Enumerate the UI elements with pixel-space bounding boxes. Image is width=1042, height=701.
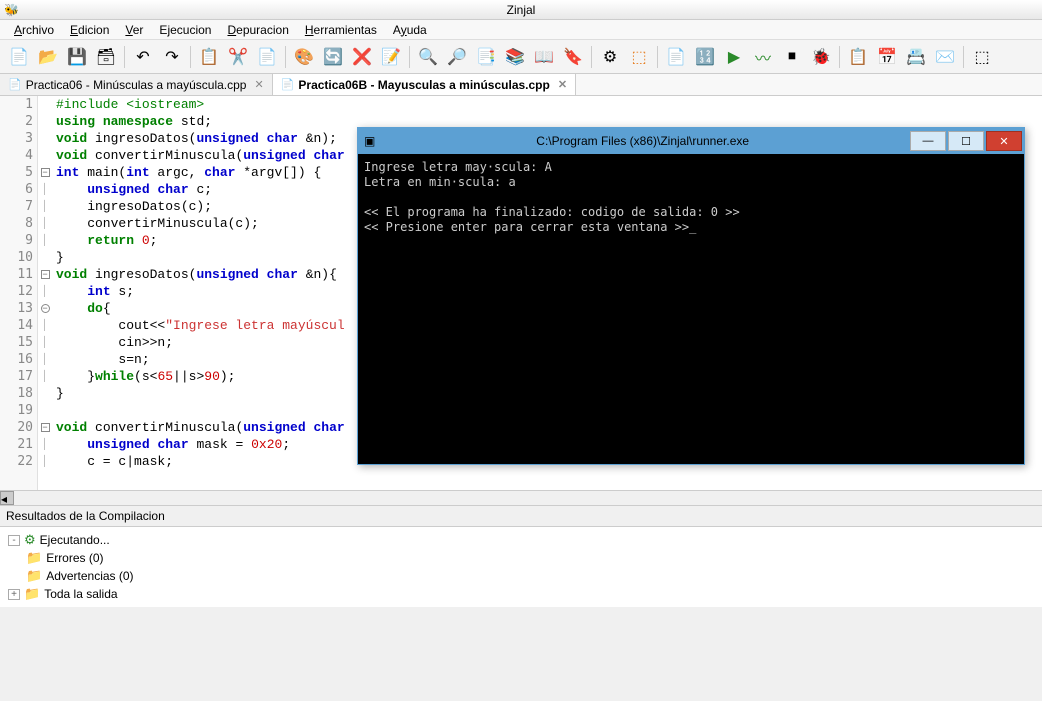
tool-button[interactable]: 📚 [502,44,528,70]
find-next-button[interactable]: 🔎 [444,44,470,70]
tree-item-icon: 📁 [26,568,42,584]
new-file-button[interactable]: 📄 [6,44,32,70]
menu-ver[interactable]: Ver [119,21,149,39]
toolbar-separator [657,46,658,68]
toolbar-separator [124,46,125,68]
tool-button[interactable]: 📇 [903,44,929,70]
tree-expand-icon[interactable]: + [8,589,20,600]
console-titlebar[interactable]: ▣ C:\Program Files (x86)\Zinjal\runner.e… [358,128,1024,154]
run-button[interactable]: ▶ [721,44,747,70]
toolbar: 📄 📂 💾 🗃 ↶ ↷ 📋 ✂️ 📄 🎨 🔄 ❌ 📝 🔍 🔎 📑 📚 📖 🔖 ⚙… [0,40,1042,74]
tree-item-label: Advertencias (0) [46,569,133,583]
open-file-button[interactable]: 📂 [35,44,61,70]
menu-herramientas[interactable]: Herramientas [299,21,383,39]
app-icon: 🐝 [4,3,19,17]
file-icon: 📄 [8,78,22,91]
editor-tab[interactable]: 📄 Practica06 - Minúsculas a mayúscula.cpp… [0,74,273,95]
tool-button[interactable]: 🔖 [560,44,586,70]
redo-button[interactable]: ↷ [159,44,185,70]
compile-results-header: Resultados de la Compilacion [0,506,1042,527]
menu-ayuda[interactable]: Ayuda [387,21,433,39]
minimize-button[interactable]: — [910,131,946,151]
menu-bar: Archivo Edicion Ver Ejecucion Depuracion… [0,20,1042,40]
save-all-button[interactable]: 🗃 [93,44,119,70]
tool-button[interactable]: ⚙ [597,44,623,70]
tool-button[interactable]: 🎨 [291,44,317,70]
compile-tree-row[interactable]: -⚙ Ejecutando... [8,531,1034,549]
compile-tree-row[interactable]: + 📁 Toda la salida [8,585,1034,603]
compile-results-panel: Resultados de la Compilacion -⚙ Ejecutand… [0,506,1042,607]
copy-button[interactable]: 📋 [196,44,222,70]
close-tab-icon[interactable]: ✕ [558,78,567,91]
tree-expand-icon[interactable]: - [8,535,20,546]
horizontal-scrollbar[interactable]: ◂ [0,490,1042,506]
menu-depuracion[interactable]: Depuracion [221,21,294,39]
find-button[interactable]: 🔍 [415,44,441,70]
tree-item-label: Ejecutando... [40,533,110,547]
menu-edicion[interactable]: Edicion [64,21,115,39]
console-title: C:\Program Files (x86)\Zinjal\runner.exe [375,134,910,148]
tree-item-label: Toda la salida [44,587,117,601]
console-icon: ▣ [364,134,375,148]
save-button[interactable]: 💾 [64,44,90,70]
close-button[interactable]: ✕ [986,131,1022,151]
console-window[interactable]: ▣ C:\Program Files (x86)\Zinjal\runner.e… [357,127,1025,465]
file-icon: 📄 [281,78,295,91]
tool-button[interactable]: 📅 [874,44,900,70]
tree-item-icon: ⚙ [24,532,36,548]
console-output: Ingrese letra may·scula: A Letra en min·… [358,154,1024,241]
toolbar-separator [409,46,410,68]
toolbar-separator [190,46,191,68]
app-title: Zinjal [507,3,536,17]
menu-ejecucion[interactable]: Ejecucion [153,21,217,39]
tool-button[interactable]: 📋 [845,44,871,70]
scroll-left-button[interactable]: ◂ [0,491,14,505]
tree-item-label: Errores (0) [46,551,103,565]
tool-button[interactable]: ⬚ [969,44,995,70]
compile-button[interactable]: 📄 [663,44,689,70]
debug-button[interactable]: 🐞 [808,44,834,70]
compile-results-tree[interactable]: -⚙ Ejecutando... 📁 Errores (0) 📁 Advertencias… [0,527,1042,607]
menu-archivo[interactable]: Archivo [8,21,60,39]
tree-item-icon: 📁 [24,586,40,602]
toolbar-separator [963,46,964,68]
stop-button[interactable]: ⏹ [779,44,805,70]
tool-button[interactable]: 📖 [531,44,557,70]
fold-toggle[interactable]: − [41,168,50,177]
tool-button[interactable]: 〰 [750,44,776,70]
compile-tree-row[interactable]: 📁 Advertencias (0) [8,567,1034,585]
close-tab-icon[interactable]: ✕ [254,78,263,91]
tool-button[interactable]: 🔢 [692,44,718,70]
toolbar-separator [839,46,840,68]
tool-button[interactable]: ⬚ [626,44,652,70]
tool-button[interactable]: ✉️ [932,44,958,70]
fold-toggle[interactable]: − [41,270,50,279]
fold-toggle[interactable]: − [41,304,50,313]
undo-button[interactable]: ↶ [130,44,156,70]
toolbar-separator [285,46,286,68]
title-bar: 🐝 Zinjal [0,0,1042,20]
editor-tab[interactable]: 📄Practica06B - Mayusculas a minúsculas.c… [273,74,576,95]
tab-label: Practica06 - Minúsculas a mayúscula.cpp [26,78,247,92]
paste-button[interactable]: 📄 [254,44,280,70]
tool-button[interactable]: ❌ [349,44,375,70]
tab-bar: 📄 Practica06 - Minúsculas a mayúscula.cpp… [0,74,1042,96]
toolbar-separator [591,46,592,68]
fold-toggle[interactable]: − [41,423,50,432]
tool-button[interactable]: 📑 [473,44,499,70]
line-number-gutter: 12345678910111213141516171819202122 [0,96,38,490]
tree-item-icon: 📁 [26,550,42,566]
maximize-button[interactable]: ☐ [948,131,984,151]
compile-tree-row[interactable]: 📁 Errores (0) [8,549,1034,567]
tool-button[interactable]: 📝 [378,44,404,70]
tab-label: Practica06B - Mayusculas a minúsculas.cp… [298,78,549,92]
tool-button[interactable]: 🔄 [320,44,346,70]
fold-gutter: −││││−│−││││−││ [38,96,52,490]
cut-button[interactable]: ✂️ [225,44,251,70]
